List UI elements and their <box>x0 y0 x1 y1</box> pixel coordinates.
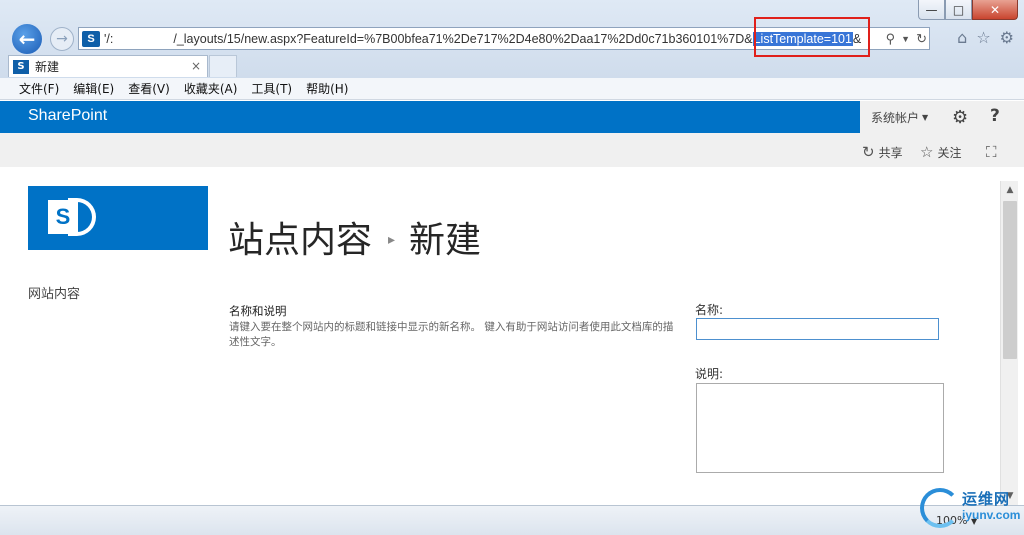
menu-bar: 文件(F) 编辑(E) 查看(V) 收藏夹(A) 工具(T) 帮助(H) <box>0 78 1024 100</box>
star-outline-icon: ☆ <box>920 143 934 161</box>
share-button[interactable]: ↻ 共享 <box>862 143 903 161</box>
vertical-scrollbar[interactable]: ▲ ▼ <box>1000 181 1018 505</box>
share-label: 共享 <box>878 145 903 160</box>
settings-gear-icon[interactable]: ⚙ <box>952 107 968 128</box>
breadcrumb-separator-icon: ▸ <box>388 232 396 248</box>
follow-button[interactable]: ☆ 关注 <box>920 143 961 161</box>
description-textarea[interactable] <box>696 383 944 473</box>
menu-view[interactable]: 查看(V) <box>121 80 177 97</box>
minimize-button[interactable]: — <box>918 0 945 20</box>
suite-bar-right: 系统帐户 ▼ ⚙ ? <box>860 101 1024 133</box>
sharepoint-tab-icon: S <box>13 59 29 74</box>
suite-bar: SharePoint 系统帐户 ▼ ⚙ ? <box>0 101 1024 133</box>
scroll-thumb[interactable] <box>1003 201 1017 359</box>
tab-title: 新建 <box>35 60 60 74</box>
search-icon[interactable]: ⚲ <box>886 31 896 47</box>
home-icon[interactable]: ⌂ <box>957 28 967 47</box>
help-button[interactable]: ? <box>990 106 1000 126</box>
name-label: 名称: <box>695 303 724 317</box>
section-description: 请键入要在整个网站内的标题和链接中显示的新名称。 键入有助于网站访问者使用此文档… <box>229 321 674 348</box>
back-button[interactable]: ← <box>10 22 44 56</box>
gear-icon[interactable]: ⚙ <box>1000 28 1014 47</box>
back-arrow-icon: ← <box>18 27 36 51</box>
window-controls: — □ ✕ <box>918 0 1018 20</box>
url-prefix: '/: <box>104 31 114 46</box>
menu-favorites[interactable]: 收藏夹(A) <box>177 80 245 97</box>
menu-help[interactable]: 帮助(H) <box>299 80 355 97</box>
scroll-up-icon[interactable]: ▲ <box>1001 181 1019 199</box>
logo-s-icon: S <box>48 200 78 234</box>
menu-file[interactable]: 文件(F) <box>12 80 66 97</box>
menu-tools[interactable]: 工具(T) <box>244 80 299 97</box>
watermark-logo: 运维网 iyunv.com <box>918 486 1022 532</box>
star-icon[interactable]: ☆ <box>976 28 990 47</box>
page-content: S 站点内容 ▸ 新建 网站内容 名称和说明 请键入要在整个网站内的标题和链接中… <box>8 167 1000 505</box>
watermark-swirl-icon <box>920 488 960 528</box>
maximize-button[interactable]: □ <box>945 0 972 20</box>
focus-icon: ⛶ <box>986 143 997 161</box>
close-button[interactable]: ✕ <box>972 0 1018 20</box>
status-bar: 100% ▼ <box>0 505 1024 535</box>
account-caret-icon[interactable]: ▼ <box>922 113 928 122</box>
focus-content-button[interactable]: ⛶ <box>986 143 997 161</box>
tab-close-icon[interactable]: × <box>191 59 201 73</box>
follow-label: 关注 <box>937 145 962 160</box>
highlight-annotation-box <box>754 17 870 57</box>
address-tools: ⚲ ▼ ↻ <box>881 28 927 49</box>
new-tab-button[interactable] <box>209 55 237 77</box>
watermark-text: 运维网 <box>962 490 1011 508</box>
url-text: /_layouts/15/new.aspx?FeatureId=%7B00bfe… <box>173 31 753 46</box>
menu-edit[interactable]: 编辑(E) <box>66 80 121 97</box>
name-input[interactable] <box>696 318 939 340</box>
breadcrumb-root[interactable]: 站点内容 <box>228 211 372 263</box>
browser-toolbar-icons: ⌂ ☆ ⚙ <box>957 28 1014 47</box>
site-logo[interactable]: S <box>28 186 208 250</box>
share-icon: ↻ <box>862 143 875 161</box>
section-title: 名称和说明 <box>229 304 287 318</box>
brand-link[interactable]: SharePoint <box>28 107 107 125</box>
refresh-icon[interactable]: ↻ <box>916 31 927 47</box>
browser-tab[interactable]: S 新建 × <box>8 55 208 77</box>
page-title: 站点内容 ▸ 新建 <box>228 211 481 263</box>
description-label: 说明: <box>695 367 724 381</box>
account-menu[interactable]: 系统帐户 <box>871 109 919 126</box>
watermark-url: iyunv.com <box>962 508 1021 522</box>
dropdown-caret-icon[interactable]: ▼ <box>901 34 910 44</box>
breadcrumb-current: 新建 <box>409 220 482 261</box>
browser-chrome: — □ ✕ ← → S '/: /_layouts/15/new.aspx?Fe… <box>0 0 1024 78</box>
left-nav-site-contents[interactable]: 网站内容 <box>28 283 80 302</box>
forward-arrow-icon: → <box>56 31 68 47</box>
ribbon: ↻ 共享 ☆ 关注 ⛶ <box>0 133 1024 167</box>
sharepoint-favicon-icon: S <box>82 30 100 47</box>
forward-button[interactable]: → <box>50 27 74 51</box>
